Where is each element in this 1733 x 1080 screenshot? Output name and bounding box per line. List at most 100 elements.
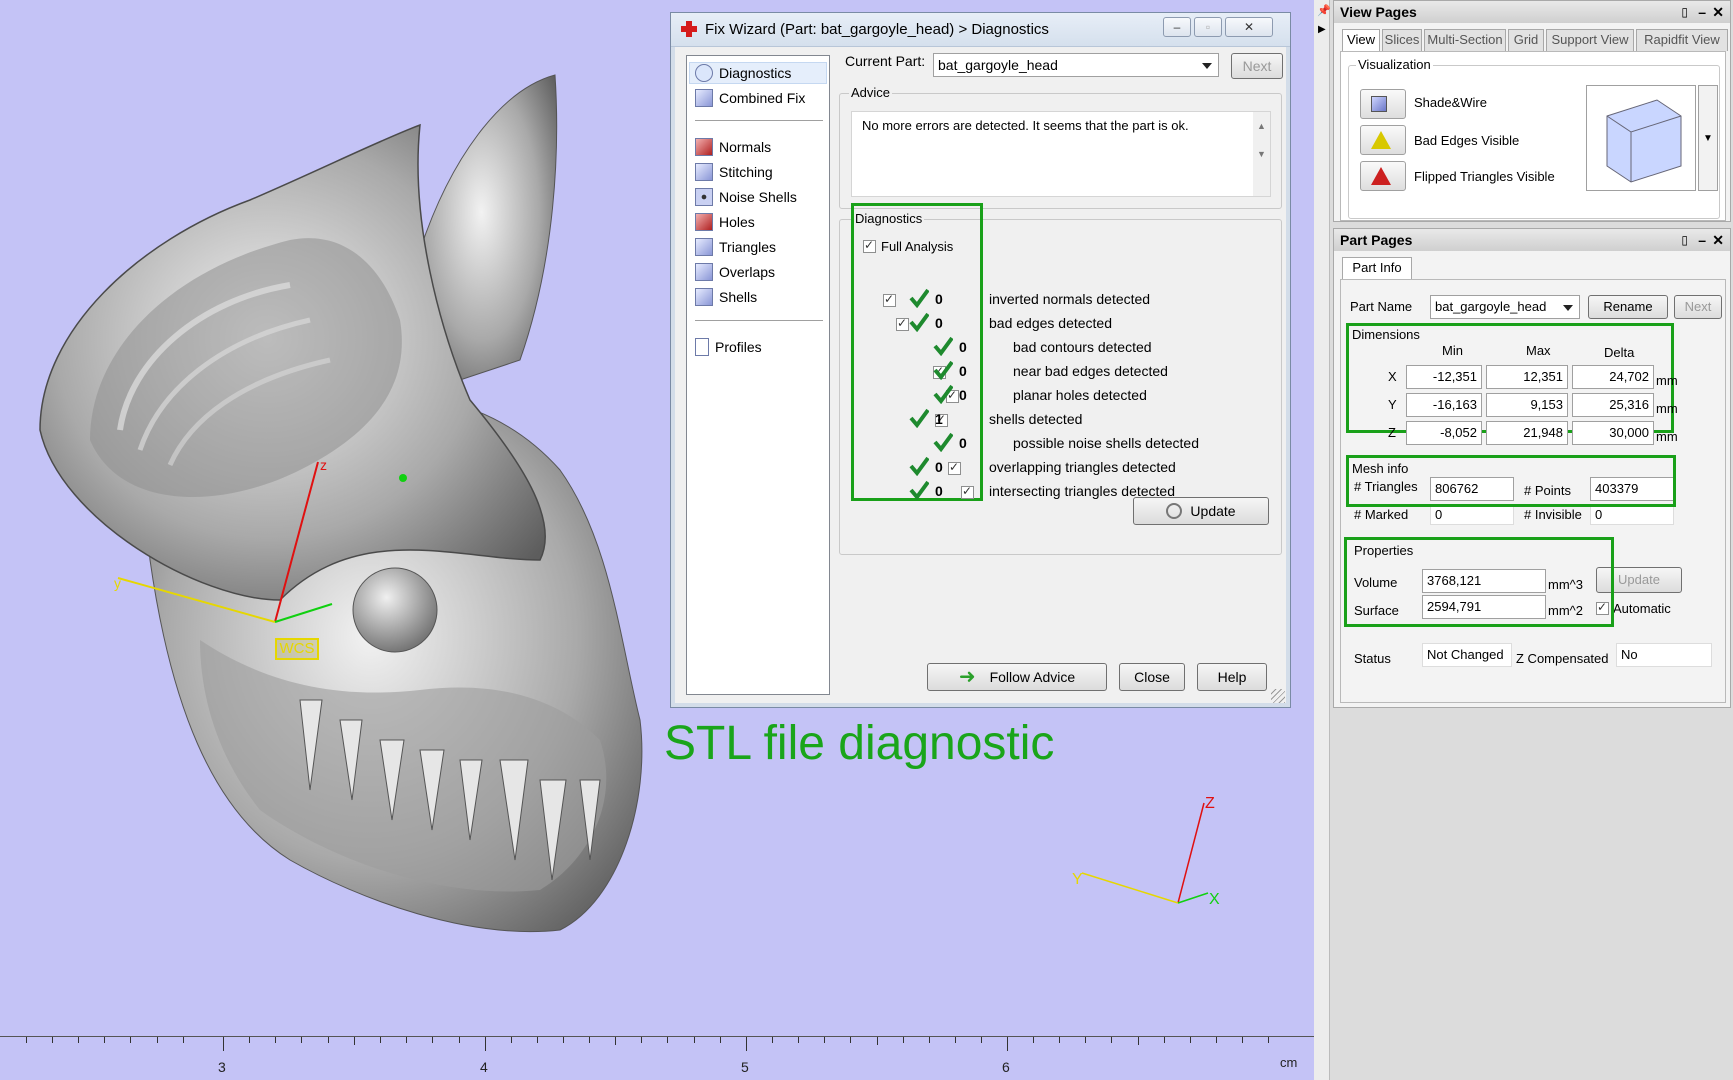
diag-row-checkbox[interactable] xyxy=(883,292,896,307)
advice-text: No more errors are detected. It seems th… xyxy=(862,118,1189,133)
arrow-right-icon[interactable]: ▶ xyxy=(1318,24,1326,35)
dim-axis-label: Y xyxy=(1388,397,1397,412)
wcs-label: WCS xyxy=(275,638,319,660)
pin-icon[interactable]: ▯ xyxy=(1681,229,1688,251)
nav-item-overlaps[interactable]: Overlaps xyxy=(695,261,775,283)
rename-button[interactable]: Rename xyxy=(1588,295,1668,319)
nav-item-stitching[interactable]: Stitching xyxy=(695,161,773,183)
nav-item-shells[interactable]: Shells xyxy=(695,286,757,308)
tab-view[interactable]: View xyxy=(1342,29,1380,51)
dim-max-field[interactable]: 21,948 xyxy=(1486,421,1568,445)
tab-support-view[interactable]: Support View xyxy=(1546,29,1634,51)
dim-delta-field[interactable]: 30,000 xyxy=(1572,421,1654,445)
diag-row-count: 0 xyxy=(959,387,967,403)
part-name-select[interactable]: bat_gargoyle_head xyxy=(1430,295,1580,319)
app-cross-icon xyxy=(681,21,697,37)
magnifier-icon xyxy=(1166,503,1183,519)
minimize-button[interactable]: – xyxy=(1163,17,1191,37)
diag-row-text: bad edges detected xyxy=(989,315,1112,331)
dim-min-field[interactable]: -12,351 xyxy=(1406,365,1482,389)
flipped-triangles-button[interactable] xyxy=(1360,161,1406,191)
triangle-icon xyxy=(1371,131,1391,149)
view-cube-dropdown[interactable]: ▼ xyxy=(1698,85,1718,191)
help-button[interactable]: Help xyxy=(1197,663,1267,691)
shade-wire-button[interactable] xyxy=(1360,89,1406,119)
green-check-icon xyxy=(909,456,930,477)
maximize-button[interactable]: ▫ xyxy=(1194,17,1222,37)
fix-wizard-dialog: Fix Wizard (Part: bat_gargoyle_head) > D… xyxy=(670,12,1291,708)
close-button[interactable]: Close xyxy=(1119,663,1185,691)
invisible-field[interactable]: 0 xyxy=(1590,505,1674,525)
green-check-icon xyxy=(933,384,954,405)
nav-item-profiles[interactable]: Profiles xyxy=(695,336,762,358)
nav-item-holes[interactable]: Holes xyxy=(695,211,755,233)
arrow-right-icon: ➜ xyxy=(958,666,976,688)
dim-max-field[interactable]: 9,153 xyxy=(1486,393,1568,417)
nav-item-combined-fix[interactable]: Combined Fix xyxy=(695,87,805,109)
noise-shells-icon xyxy=(695,188,713,206)
combined-fix-icon xyxy=(695,89,713,107)
nav-item-noise-shells[interactable]: Noise Shells xyxy=(695,186,797,208)
pin-icon[interactable]: 📌 xyxy=(1317,4,1331,17)
diag-row-count: 0 xyxy=(935,459,943,475)
diag-row-count: 0 xyxy=(959,363,967,379)
model-axis-z-label: z xyxy=(320,457,327,473)
cube-icon xyxy=(1371,96,1387,112)
nav-item-triangles[interactable]: Triangles xyxy=(695,236,776,258)
tab-grid[interactable]: Grid xyxy=(1508,29,1544,51)
nav-item-normals[interactable]: Normals xyxy=(695,136,771,158)
overlaps-icon xyxy=(695,263,713,281)
close-window-button[interactable]: ✕ xyxy=(1225,17,1273,37)
close-icon[interactable]: ✕ xyxy=(1712,1,1724,23)
diag-row-count: 0 xyxy=(959,435,967,451)
green-check-icon xyxy=(933,360,954,381)
dim-delta-field[interactable]: 25,316 xyxy=(1572,393,1654,417)
pin-icon[interactable]: ▯ xyxy=(1681,1,1688,23)
tab-slices[interactable]: Slices xyxy=(1382,29,1422,51)
view-cube-preview[interactable] xyxy=(1586,85,1696,191)
part-pages-panel: Part Pages ▯ – ✕ Part Info Part Name bat… xyxy=(1333,228,1731,708)
diag-row-checkbox[interactable] xyxy=(961,484,974,499)
ruler-label-6: 6 xyxy=(1002,1059,1010,1075)
dim-min-field[interactable]: -16,163 xyxy=(1406,393,1482,417)
advice-textbox: No more errors are detected. It seems th… xyxy=(851,111,1271,197)
ruler-unit: cm xyxy=(1280,1055,1298,1070)
triangles-icon xyxy=(695,238,713,256)
advice-scrollbar[interactable]: ▲ ▼ xyxy=(1253,112,1270,196)
resize-grip[interactable] xyxy=(1271,689,1285,703)
advice-legend: Advice xyxy=(849,85,893,100)
wizard-nav-list: Diagnostics Combined Fix Normals Stitchi… xyxy=(686,55,830,695)
follow-advice-button[interactable]: ➜ Follow Advice xyxy=(927,663,1107,691)
normals-icon xyxy=(695,138,713,156)
diag-row-checkbox[interactable] xyxy=(948,460,961,475)
next-button[interactable]: Next xyxy=(1231,53,1283,79)
minimize-icon: – xyxy=(1173,20,1181,34)
dim-max-field[interactable]: 12,351 xyxy=(1486,365,1568,389)
diag-row-text: possible noise shells detected xyxy=(1013,435,1200,451)
tab-multi-section[interactable]: Multi-Section xyxy=(1424,29,1506,51)
green-check-icon xyxy=(909,408,930,429)
bad-edges-button[interactable] xyxy=(1360,125,1406,155)
marked-field[interactable]: 0 xyxy=(1430,505,1514,525)
chevron-down-icon: ▼ xyxy=(1703,133,1713,144)
tab-rapidfit-view[interactable]: Rapidfit View xyxy=(1636,29,1728,51)
dialog-titlebar[interactable]: Fix Wizard (Part: bat_gargoyle_head) > D… xyxy=(671,13,1290,47)
dim-delta-field[interactable]: 24,702 xyxy=(1572,365,1654,389)
diag-row-text: inverted normals detected xyxy=(989,291,1151,307)
diag-row-text: overlapping triangles detected xyxy=(989,459,1176,475)
minimize-icon[interactable]: – xyxy=(1698,1,1706,23)
diag-row-checkbox[interactable] xyxy=(896,316,909,331)
minimize-icon[interactable]: – xyxy=(1698,229,1706,251)
dim-min-field[interactable]: -8,052 xyxy=(1406,421,1482,445)
part-next-button[interactable]: Next xyxy=(1674,295,1722,319)
tab-part-info[interactable]: Part Info xyxy=(1342,257,1412,279)
diag-row-text: bad contours detected xyxy=(1013,339,1152,355)
close-icon[interactable]: ✕ xyxy=(1712,229,1724,251)
current-part-select[interactable]: bat_gargoyle_head xyxy=(933,53,1219,77)
close-icon: ✕ xyxy=(1243,20,1255,34)
diag-row-count: 0 xyxy=(935,291,943,307)
green-check-icon xyxy=(909,312,930,333)
update-button[interactable]: Update xyxy=(1133,497,1269,525)
nav-item-diagnostics[interactable]: Diagnostics xyxy=(695,62,791,84)
dialog-title: Fix Wizard (Part: bat_gargoyle_head) > D… xyxy=(705,21,1049,38)
